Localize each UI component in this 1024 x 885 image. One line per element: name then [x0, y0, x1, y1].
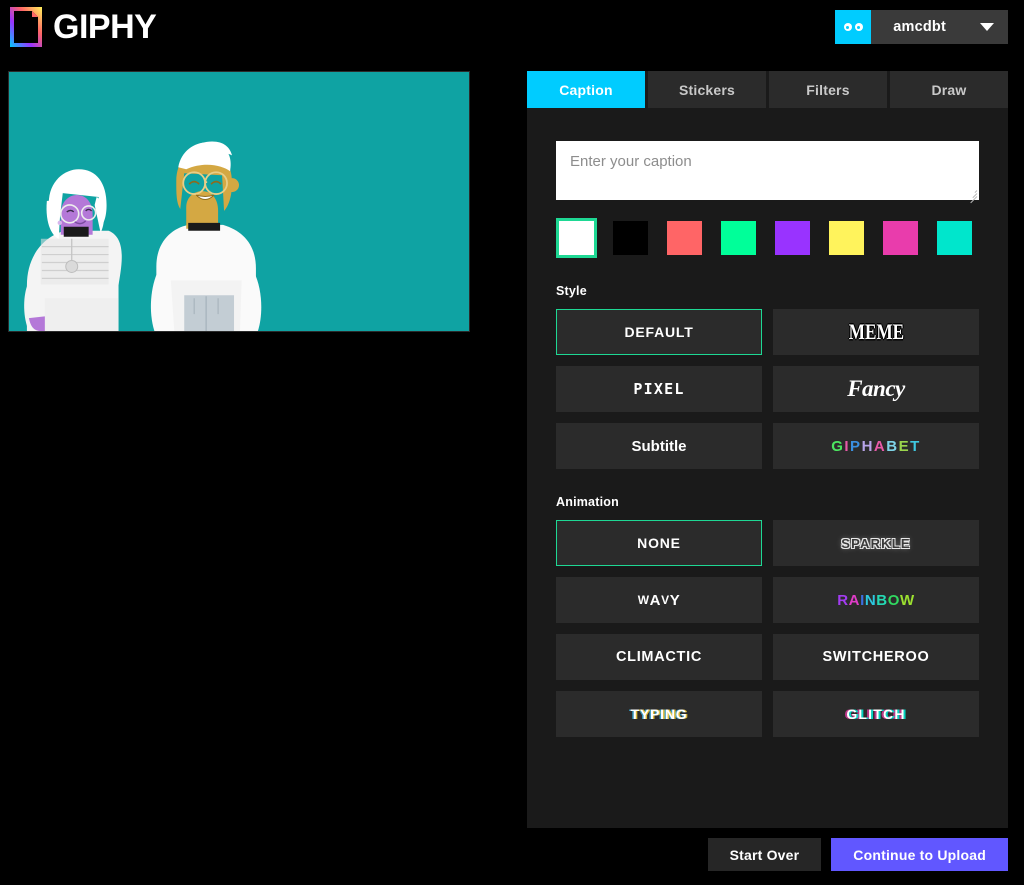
animation-option-none[interactable]: NONE: [556, 520, 762, 566]
wavy-label: WAVY: [637, 591, 681, 609]
start-over-button[interactable]: Start Over: [707, 838, 822, 871]
animation-section-label: Animation: [556, 495, 619, 509]
editor-tabs: Caption Stickers Filters Draw: [527, 71, 1008, 108]
continue-to-upload-button[interactable]: Continue to Upload: [831, 838, 1008, 871]
tab-draw[interactable]: Draw: [890, 71, 1008, 108]
giphabet-label: GIPHABET: [831, 437, 921, 455]
color-swatches: [556, 218, 979, 258]
animation-options: NONE SPARKLE WAVY RAINBOW CLIMACTIC SWIT…: [556, 520, 979, 737]
color-swatch-black[interactable]: [610, 218, 651, 258]
chevron-down-icon: [980, 23, 994, 31]
animation-option-glitch[interactable]: GLITCH: [773, 691, 979, 737]
caption-input-wrapper: [556, 141, 979, 204]
animation-option-typing[interactable]: TYPING: [556, 691, 762, 737]
username-label: amcdbt: [893, 19, 946, 35]
style-option-meme[interactable]: MEME: [773, 309, 979, 355]
color-swatch-teal[interactable]: [934, 218, 975, 258]
editor-footer: Start Over Continue to Upload: [0, 836, 1024, 885]
tab-filters[interactable]: Filters: [769, 71, 887, 108]
style-option-fancy[interactable]: Fancy: [773, 366, 979, 412]
color-swatch-purple[interactable]: [772, 218, 813, 258]
style-option-giphabet[interactable]: GIPHABET: [773, 423, 979, 469]
eyes-avatar-icon: [835, 10, 872, 44]
animation-option-switcheroo[interactable]: SWITCHEROO: [773, 634, 979, 680]
style-options: DEFAULT MEME PIXEL Fancy Subtitle GIPHAB…: [556, 309, 979, 469]
style-option-default[interactable]: DEFAULT: [556, 309, 762, 355]
account-dropdown-button[interactable]: amcdbt: [871, 10, 1008, 44]
brand-logo[interactable]: GIPHY: [10, 7, 157, 47]
color-swatch-red[interactable]: [664, 218, 705, 258]
color-swatch-green[interactable]: [718, 218, 759, 258]
style-section-label: Style: [556, 284, 587, 298]
animation-option-rainbow[interactable]: RAINBOW: [773, 577, 979, 623]
app-header: GIPHY amcdbt: [0, 0, 1024, 56]
account-menu[interactable]: amcdbt: [835, 10, 1008, 44]
style-option-pixel[interactable]: PIXEL: [556, 366, 762, 412]
color-swatch-pink[interactable]: [880, 218, 921, 258]
tab-stickers[interactable]: Stickers: [648, 71, 766, 108]
caption-input[interactable]: [556, 141, 979, 200]
style-option-subtitle[interactable]: Subtitle: [556, 423, 762, 469]
animation-option-climactic[interactable]: CLIMACTIC: [556, 634, 762, 680]
caption-panel: Style DEFAULT MEME PIXEL Fancy Subtitle …: [556, 141, 979, 737]
color-swatch-yellow[interactable]: [826, 218, 867, 258]
animation-option-sparkle[interactable]: SPARKLE: [773, 520, 979, 566]
color-swatch-white[interactable]: [556, 218, 597, 258]
rainbow-label: RAINBOW: [837, 591, 915, 609]
animation-option-wavy[interactable]: WAVY: [556, 577, 762, 623]
tab-caption[interactable]: Caption: [527, 71, 645, 108]
brand-name: GIPHY: [53, 8, 157, 46]
gif-preview[interactable]: [8, 71, 470, 332]
giphy-logo-icon: [10, 7, 42, 47]
